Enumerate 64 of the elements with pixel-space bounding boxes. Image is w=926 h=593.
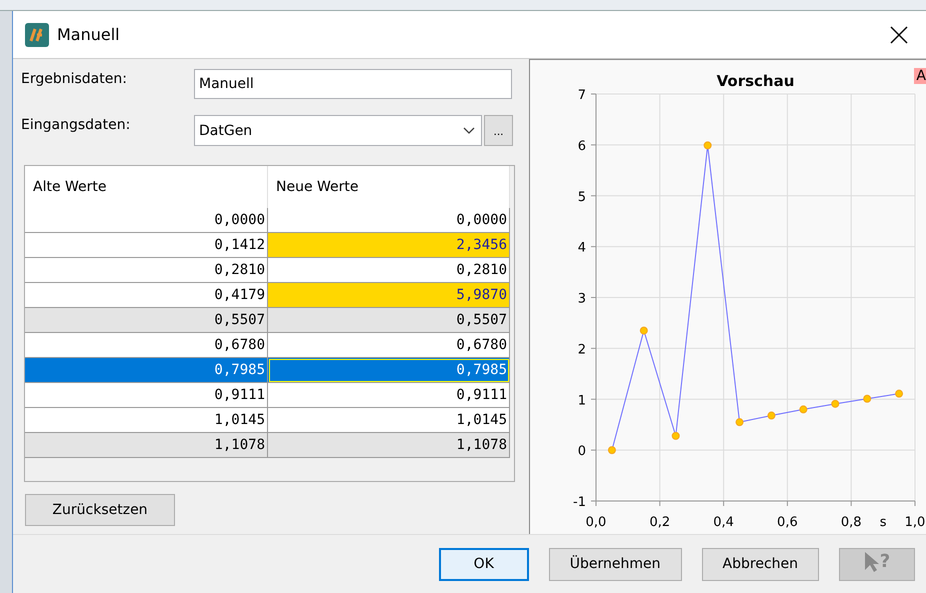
x-tick-label: 0,0 xyxy=(586,515,606,530)
y-tick-label: 4 xyxy=(578,240,586,256)
y-tick-label: 3 xyxy=(578,292,586,306)
badge: A xyxy=(914,68,926,84)
table-cell[interactable]: 0,2810 xyxy=(25,258,268,283)
table-cell[interactable]: 0,5507 xyxy=(25,308,268,333)
x-tick-label: 0,4 xyxy=(713,515,734,530)
data-point xyxy=(831,400,840,408)
chevron-down-icon xyxy=(463,126,475,134)
data-point xyxy=(608,446,616,454)
data-point xyxy=(799,405,808,414)
table-cell[interactable]: 0,9111 xyxy=(25,383,268,408)
column-header[interactable]: Neue Werte xyxy=(268,166,510,208)
table-cell[interactable]: 0,6780 xyxy=(268,333,510,358)
pointer-icon xyxy=(864,551,880,573)
table-cell[interactable]: 0,6780 xyxy=(25,333,268,358)
data-point xyxy=(736,418,744,426)
data-point xyxy=(704,141,712,150)
y-tick-label: 1 xyxy=(578,393,586,408)
data-point xyxy=(640,326,648,335)
app-logo-icon xyxy=(25,22,49,46)
dialog-button[interactable]: Abbrechen xyxy=(702,548,819,580)
field-label: Ergebnisdaten: xyxy=(21,70,128,87)
y-tick-label: -1 xyxy=(573,495,586,510)
table-cell[interactable]: 0,4179 xyxy=(25,283,268,308)
table-cell[interactable]: 1,1078 xyxy=(268,433,510,458)
dialog-button[interactable]: Übernehmen xyxy=(548,548,682,580)
table-cell[interactable]: 0,0000 xyxy=(25,208,268,233)
ok-button[interactable]: OK xyxy=(438,548,529,580)
table-cell[interactable]: 0,7985 xyxy=(25,358,268,383)
table-cell[interactable]: 1,0145 xyxy=(25,408,268,433)
table-cell[interactable]: 0,0000 xyxy=(268,208,510,233)
x-tick-label: 1,0 xyxy=(904,515,926,530)
y-tick-label: 5 xyxy=(578,190,586,205)
table-cell[interactable]: 0,5507 xyxy=(268,308,510,333)
table-cell[interactable]: 5,9870 xyxy=(268,283,510,308)
x-tick-label: 0,2 xyxy=(649,515,670,530)
data-point xyxy=(672,432,680,440)
table-cell[interactable]: 0,9111 xyxy=(268,383,510,408)
data-point xyxy=(767,412,776,420)
table-cell[interactable]: 0,1412 xyxy=(25,233,268,258)
x-tick-label: 0,8 xyxy=(840,515,862,530)
x-axis-label: s xyxy=(880,515,886,530)
data-point xyxy=(863,394,872,403)
browse-button[interactable]: ... xyxy=(484,115,513,146)
reset-button[interactable]: Zurücksetzen xyxy=(25,494,175,526)
y-tick-label: 6 xyxy=(578,138,586,154)
y-tick-label: 2 xyxy=(578,342,586,358)
x-tick-label: 0,6 xyxy=(777,515,798,530)
table-cell[interactable]: 1,0145 xyxy=(268,408,510,433)
table-cell[interactable]: 2,3456 xyxy=(268,233,510,258)
data-point xyxy=(895,390,904,398)
field-label: Eingangsdaten: xyxy=(21,116,132,133)
input-dropdown[interactable]: DatGen xyxy=(194,115,482,146)
close-icon xyxy=(890,26,908,44)
window-title: Manuell xyxy=(57,25,121,44)
result-input-field[interactable]: Manuell xyxy=(194,69,512,99)
chart-title: Vorschau xyxy=(716,72,794,90)
column-header[interactable]: Alte Werte xyxy=(25,166,268,208)
table-cell[interactable]: 0,2810 xyxy=(268,258,510,283)
table-cell[interactable]: 1,1078 xyxy=(25,433,268,458)
y-tick-label: 0 xyxy=(578,444,586,460)
table-cell[interactable]: 0,7985 xyxy=(268,358,510,383)
y-tick-label: 7 xyxy=(578,88,586,103)
